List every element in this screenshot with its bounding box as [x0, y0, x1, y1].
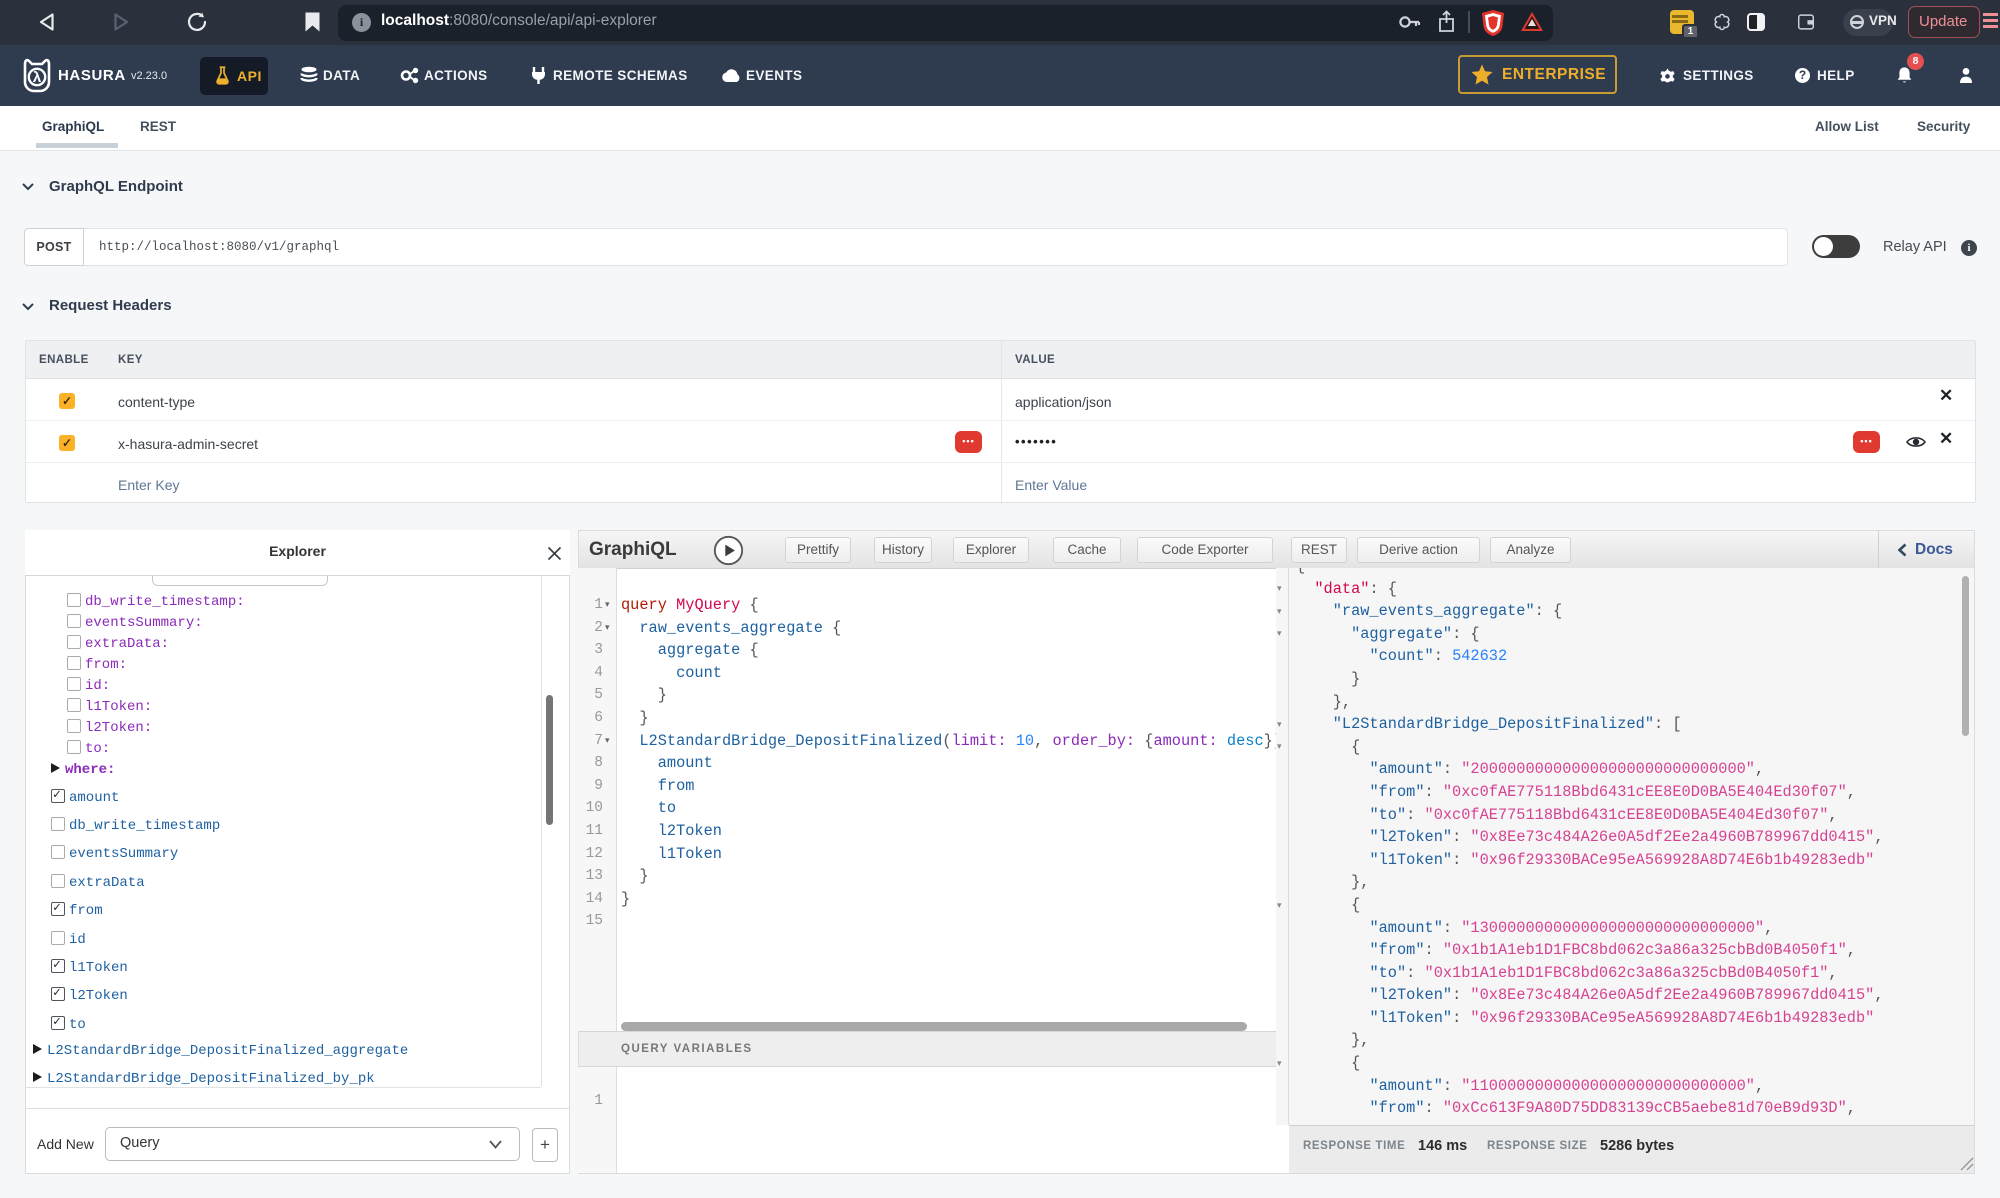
- svg-text:λ: λ: [33, 69, 42, 86]
